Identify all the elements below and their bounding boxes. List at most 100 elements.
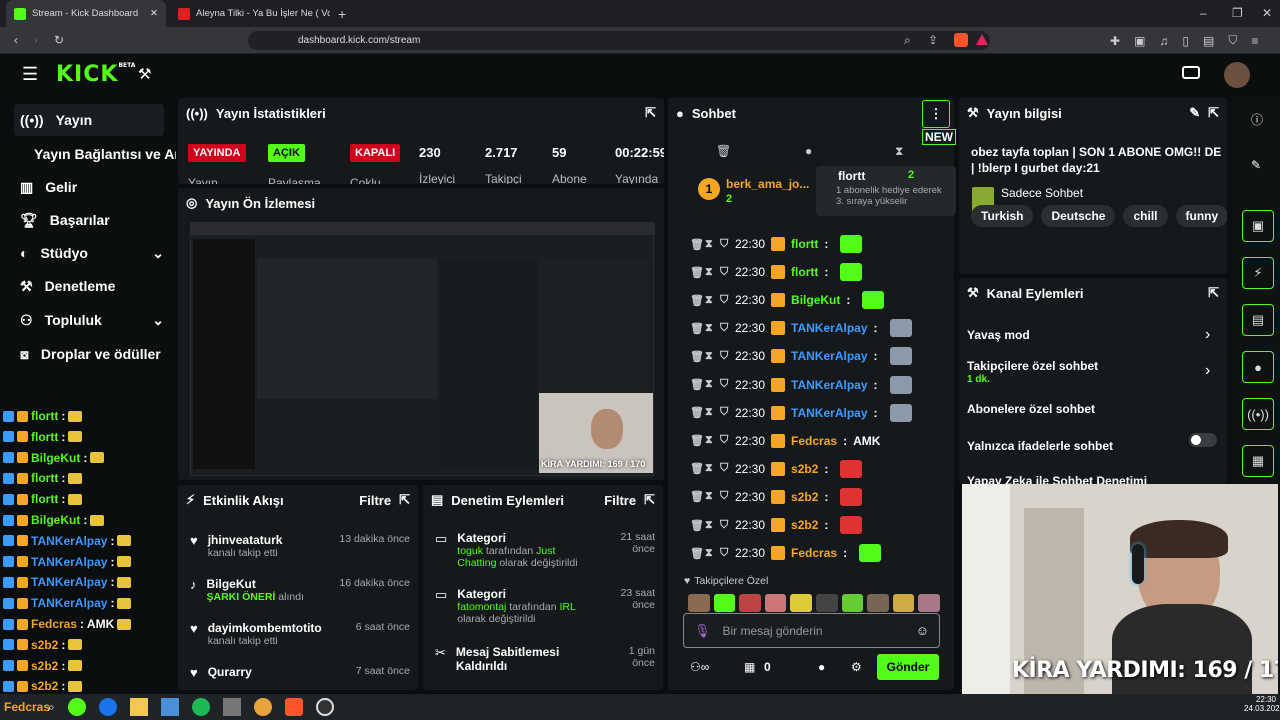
message-username[interactable]: TANKerAlpay bbox=[791, 406, 867, 420]
extensions-icon[interactable]: ✚ bbox=[1110, 33, 1120, 48]
emote-icon[interactable] bbox=[739, 594, 761, 612]
search-icon[interactable]: ⌕ bbox=[48, 698, 55, 716]
settings-icon[interactable]: ⚙︎ bbox=[851, 660, 862, 674]
shield-icon[interactable]: ⛉ bbox=[720, 434, 729, 447]
hourglass-icon[interactable]: ⧗ bbox=[705, 322, 714, 335]
trash-icon[interactable]: 🗑︎ bbox=[690, 490, 704, 503]
hourglass-icon[interactable]: ⧗ bbox=[705, 266, 714, 279]
tag-chip[interactable]: chill bbox=[1123, 205, 1168, 227]
store-icon[interactable]: ▦ bbox=[744, 660, 755, 674]
tag-chip[interactable]: Deutsche bbox=[1041, 205, 1116, 227]
stream-preview-video[interactable]: KİRA YARDIMI: 169 / 170 bbox=[190, 222, 655, 476]
popout-icon[interactable]: ⇱ bbox=[399, 492, 410, 508]
hamburger-menu-icon[interactable]: ☰ bbox=[22, 64, 38, 85]
popout-icon[interactable]: ⇱ bbox=[645, 105, 656, 121]
broadcast-button[interactable]: ((•)) bbox=[1242, 398, 1274, 430]
close-window-button[interactable]: ✕ bbox=[1262, 6, 1272, 20]
folder-icon[interactable] bbox=[129, 698, 148, 716]
zoom-icon[interactable]: ⌕ bbox=[904, 33, 911, 48]
trash-icon[interactable]: 🗑︎ bbox=[690, 462, 704, 475]
emote-icon[interactable] bbox=[764, 594, 787, 612]
moderation-hammer-icon[interactable]: ⚒ bbox=[138, 65, 151, 83]
wallet-icon[interactable]: ▤ bbox=[1203, 33, 1214, 48]
popout-icon[interactable]: ⇱ bbox=[1208, 105, 1219, 121]
moderator-name[interactable]: fatomontaj bbox=[457, 601, 506, 613]
store-icon[interactable] bbox=[160, 698, 179, 716]
spotify-icon[interactable] bbox=[191, 698, 210, 716]
community-icon[interactable]: ⚇∞ bbox=[690, 660, 709, 674]
emote-icon[interactable] bbox=[790, 594, 812, 612]
trash-icon[interactable]: 🗑︎ bbox=[690, 434, 704, 447]
emote-icon[interactable] bbox=[713, 594, 736, 612]
hourglass-icon[interactable]: ⧗ bbox=[705, 350, 714, 363]
sidebar-item-basarilar[interactable]: 🏆︎ Başarılar bbox=[14, 204, 164, 236]
message-username[interactable]: s2b2 bbox=[791, 490, 818, 504]
popout-icon[interactable]: ⇱ bbox=[1208, 285, 1219, 301]
chat-button[interactable]: ● bbox=[1242, 351, 1274, 383]
microphone-icon[interactable]: 🎙︎ bbox=[694, 623, 711, 639]
message-username[interactable]: Fedcras bbox=[791, 546, 837, 560]
message-username[interactable]: TANKerAlpay bbox=[791, 321, 867, 335]
notes-button[interactable]: ▤ bbox=[1242, 304, 1274, 336]
vpn-icon[interactable]: ⛉ bbox=[1228, 33, 1237, 48]
shield-icon[interactable]: ⛉ bbox=[720, 238, 729, 251]
sidebar-item-gelir[interactable]: ▥ Gelir bbox=[14, 171, 164, 203]
message-username[interactable]: s2b2 bbox=[791, 462, 818, 476]
reload-icon[interactable]: ↻ bbox=[54, 33, 64, 47]
edit-icon[interactable]: ✎ bbox=[1251, 158, 1261, 172]
chat-input[interactable]: 🎙︎ Bir mesaj gönderin ☺ bbox=[683, 613, 940, 648]
maximize-button[interactable]: ❐ bbox=[1232, 6, 1243, 20]
activity-user[interactable]: jhinveataturk bbox=[208, 533, 283, 547]
trash-icon[interactable]: 🗑︎ bbox=[716, 144, 731, 158]
trash-icon[interactable]: 🗑︎ bbox=[690, 266, 704, 279]
send-button[interactable]: Gönder bbox=[877, 654, 939, 680]
chat-bubble-icon[interactable]: ● bbox=[818, 660, 825, 674]
subscriber-only-toggle[interactable] bbox=[1189, 433, 1217, 447]
tag-chip[interactable]: funny bbox=[1175, 205, 1227, 227]
hourglass-icon[interactable]: ⧗ bbox=[705, 406, 714, 419]
hourglass-icon[interactable]: ⧗ bbox=[705, 294, 714, 307]
shield-icon[interactable]: ⛉ bbox=[720, 294, 729, 307]
info-icon[interactable]: ⓘ bbox=[1251, 111, 1263, 128]
shield-icon[interactable]: ⛉ bbox=[720, 378, 729, 391]
message-username[interactable]: TANKerAlpay bbox=[791, 349, 867, 363]
hourglass-icon[interactable]: ⧗ bbox=[705, 519, 714, 532]
message-username[interactable]: TANKerAlpay bbox=[791, 378, 867, 392]
new-tab-button[interactable]: + bbox=[338, 6, 346, 22]
chevron-right-icon[interactable]: › bbox=[1205, 362, 1210, 380]
category-name[interactable]: Sadece Sohbet bbox=[1001, 186, 1083, 200]
shield-icon[interactable]: ⛉ bbox=[720, 547, 729, 560]
chevron-right-icon[interactable]: › bbox=[1205, 326, 1210, 344]
view-stream-icon[interactable] bbox=[1182, 66, 1200, 79]
message-username[interactable]: Fedcras bbox=[791, 434, 837, 448]
message-username[interactable]: flortt bbox=[791, 265, 818, 279]
app-icon[interactable] bbox=[67, 698, 86, 716]
popout-icon[interactable]: ⇱ bbox=[644, 492, 655, 508]
emote-icon[interactable] bbox=[815, 594, 838, 612]
lightning-button[interactable]: ⚡︎ bbox=[1242, 257, 1274, 289]
hourglass-icon[interactable]: ⧗ bbox=[705, 490, 714, 503]
shield-icon[interactable]: ⛉ bbox=[720, 350, 729, 363]
top-gifter-name[interactable]: berk_ama_jo... bbox=[726, 177, 812, 191]
forward-icon[interactable]: › bbox=[34, 33, 38, 47]
sidebar-item-denetleme[interactable]: ⚒ Denetleme bbox=[14, 270, 164, 302]
moderator-name[interactable]: toguk bbox=[457, 545, 483, 557]
activity-user[interactable]: Qurarry bbox=[208, 665, 252, 679]
tag-chip[interactable]: Turkish bbox=[971, 205, 1034, 227]
layout-button[interactable]: ▦ bbox=[1242, 445, 1274, 477]
calculator-icon[interactable] bbox=[222, 698, 241, 716]
close-tab-icon[interactable]: ✕ bbox=[150, 8, 158, 19]
sidebar-item-stream-key[interactable]: Yayın Bağlantısı ve Anahtarı bbox=[34, 146, 176, 162]
rewards-icon[interactable] bbox=[976, 34, 988, 45]
activity-user[interactable]: dayimkombemtotito bbox=[208, 621, 322, 635]
kick-logo[interactable]: KICKBETA bbox=[56, 62, 135, 87]
brave-shield-icon[interactable] bbox=[954, 33, 968, 47]
screenshot-icon[interactable]: ▣ bbox=[1134, 33, 1145, 48]
trash-icon[interactable]: 🗑︎ bbox=[690, 378, 704, 391]
emoji-icon[interactable]: ☺ bbox=[916, 623, 929, 638]
sidebar-item-yayin[interactable]: ((•)) Yayın bbox=[14, 104, 164, 136]
shield-icon[interactable]: ⛉ bbox=[720, 462, 729, 475]
trash-icon[interactable]: 🗑︎ bbox=[690, 238, 704, 251]
obs-icon[interactable] bbox=[315, 698, 334, 716]
share-icon[interactable]: ⇪ bbox=[928, 33, 938, 47]
